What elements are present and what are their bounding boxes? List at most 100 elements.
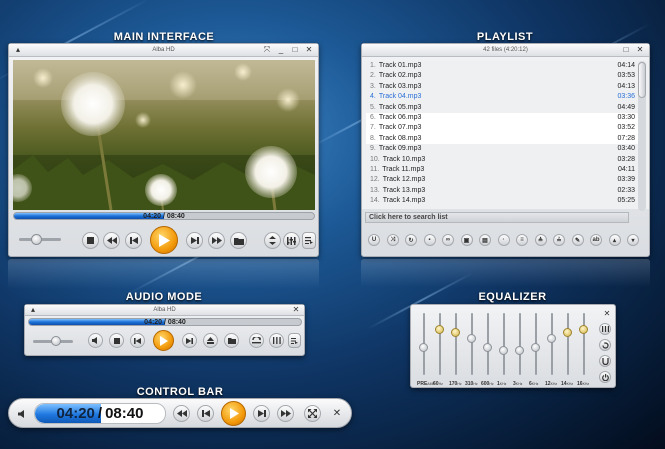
track-row[interactable]: 8. Track 08.mp3 07:28	[366, 133, 639, 145]
eq-slider-track[interactable]	[563, 313, 572, 375]
magnet-button[interactable]: U	[368, 234, 380, 246]
eq-slider-knob[interactable]	[435, 324, 444, 334]
file-button[interactable]: ▤	[479, 234, 491, 246]
video-area[interactable]	[13, 60, 315, 210]
eq-slider-knob[interactable]	[547, 333, 556, 343]
playlist-search-field[interactable]: Click here to search list	[365, 212, 629, 223]
eq-slider-knob[interactable]	[499, 346, 508, 356]
main-volume-slider[interactable]	[19, 234, 61, 245]
maximize-icon[interactable]: □	[621, 45, 631, 55]
play-button[interactable]	[153, 330, 174, 351]
eq-slider-track[interactable]	[531, 313, 540, 375]
sort-up-button[interactable]: ≜	[534, 234, 547, 246]
rewind-button[interactable]	[103, 232, 120, 249]
edit-button[interactable]: ✎	[571, 234, 584, 246]
track-row[interactable]: 13. Track 13.mp3 02:33	[366, 186, 639, 196]
stop-button[interactable]	[109, 333, 124, 348]
aspect-button[interactable]	[264, 232, 281, 249]
eq-reset-button[interactable]	[599, 339, 611, 351]
audio-volume-slider[interactable]	[33, 336, 73, 346]
equalizer-toggle-button[interactable]	[269, 333, 284, 348]
playlist-toggle-button[interactable]	[302, 232, 316, 249]
play-button[interactable]	[150, 226, 178, 254]
eq-slider-knob[interactable]	[451, 327, 460, 337]
track-list[interactable]: 1. Track 01.mp3 04:14 2. Track 02.mp3 03:53 3.…	[362, 61, 649, 209]
eq-power-button[interactable]	[599, 371, 611, 383]
track-row[interactable]: 7. Track 07.mp3 03:52	[366, 123, 639, 134]
minimize-icon[interactable]: _	[276, 45, 286, 55]
close-icon[interactable]: ✕	[602, 309, 612, 319]
link-button[interactable]: ∞	[442, 234, 454, 246]
remove-button[interactable]: ≡	[516, 234, 528, 246]
menu-icon[interactable]: ▴	[13, 45, 23, 55]
fullscreen-icon[interactable]: ⤧	[262, 45, 272, 55]
eq-settings-button[interactable]	[599, 323, 611, 335]
eq-slider-track[interactable]	[515, 313, 524, 375]
main-titlebar[interactable]: Alba HD ▴ ⤧ _ □ ✕	[9, 44, 318, 57]
eq-slider-knob[interactable]	[515, 346, 524, 356]
eq-slider-knob[interactable]	[419, 343, 428, 353]
next-button[interactable]	[186, 232, 203, 249]
track-row[interactable]: 3. Track 03.mp3 04:13	[366, 82, 639, 92]
fast-forward-button[interactable]	[277, 405, 294, 422]
track-row[interactable]: 5. Track 05.mp3 04:49	[366, 103, 639, 113]
eq-slider-track[interactable]	[467, 313, 476, 375]
playlist-scrollbar[interactable]	[638, 61, 646, 211]
audio-volume-knob[interactable]	[51, 336, 61, 346]
track-row[interactable]: 11. Track 11.mp3 04:11	[366, 165, 639, 175]
fullscreen-button[interactable]	[304, 405, 321, 422]
eq-slider-knob[interactable]	[483, 343, 492, 353]
open-file-button[interactable]	[230, 232, 247, 249]
close-icon[interactable]: ✕	[291, 305, 301, 315]
play-button[interactable]	[221, 401, 246, 426]
sort-down-button[interactable]: ≟	[553, 234, 565, 246]
eq-slider-track[interactable]	[547, 313, 556, 375]
eq-slider-track[interactable]	[483, 313, 492, 375]
eq-slider-knob[interactable]	[467, 333, 476, 343]
close-icon[interactable]: ✕	[304, 45, 314, 55]
move-down-button[interactable]: ▾	[627, 234, 639, 246]
rewind-button[interactable]	[173, 405, 190, 422]
track-row[interactable]: 1. Track 01.mp3 04:14	[366, 61, 639, 71]
eq-slider-knob[interactable]	[563, 327, 572, 337]
eject-button[interactable]	[203, 333, 218, 348]
control-close-button[interactable]: ✕	[330, 406, 344, 421]
track-row[interactable]: 9. Track 09.mp3 03:40	[366, 144, 639, 154]
open-file-button[interactable]	[224, 333, 239, 348]
previous-button[interactable]	[197, 405, 214, 422]
maximize-icon[interactable]: □	[290, 45, 300, 55]
eq-slider-track[interactable]	[579, 313, 588, 375]
eq-slider-track[interactable]	[499, 313, 508, 375]
track-row[interactable]: 14. Track 14.mp3 05:25	[366, 196, 639, 206]
add-button[interactable]: ·	[497, 234, 510, 246]
eq-slider-track[interactable]	[435, 313, 444, 375]
track-row[interactable]: 12. Track 12.mp3 03:39	[366, 175, 639, 185]
stop-button[interactable]	[82, 232, 99, 249]
previous-button[interactable]	[125, 232, 142, 249]
close-icon[interactable]: ✕	[635, 45, 645, 55]
fast-forward-button[interactable]	[208, 232, 225, 249]
eq-slider-track[interactable]	[451, 313, 460, 375]
eq-slider-knob[interactable]	[579, 324, 588, 334]
eq-magnet-button[interactable]	[599, 355, 611, 367]
mute-button[interactable]	[15, 406, 30, 421]
previous-button[interactable]	[130, 333, 145, 348]
repeat-button[interactable]: ↻	[405, 234, 417, 246]
main-volume-knob[interactable]	[30, 234, 42, 245]
shuffle-button[interactable]: ⤨	[386, 234, 399, 246]
track-row[interactable]: 10. Track 10.mp3 03:28	[366, 155, 639, 165]
track-row[interactable]: 6. Track 06.mp3 03:30	[366, 113, 639, 124]
audio-titlebar[interactable]: Alba HD ▴ ✕	[25, 305, 304, 316]
eq-slider-knob[interactable]	[531, 343, 540, 353]
playlist-titlebar[interactable]: 42 files (4:20:12) □ ✕	[362, 44, 649, 57]
folder-button[interactable]: ▣	[460, 234, 473, 246]
equalizer-toggle-button[interactable]	[283, 232, 300, 249]
playlist-scroll-thumb[interactable]	[638, 62, 646, 98]
move-up-button[interactable]: ▴	[608, 234, 621, 246]
repeat-button[interactable]	[249, 333, 264, 348]
rename-button[interactable]: ab	[590, 234, 602, 246]
mute-button[interactable]	[88, 333, 103, 348]
track-row[interactable]: 2. Track 02.mp3 03:53	[366, 71, 639, 81]
next-button[interactable]	[182, 333, 197, 348]
menu-icon[interactable]: ▴	[28, 305, 38, 315]
